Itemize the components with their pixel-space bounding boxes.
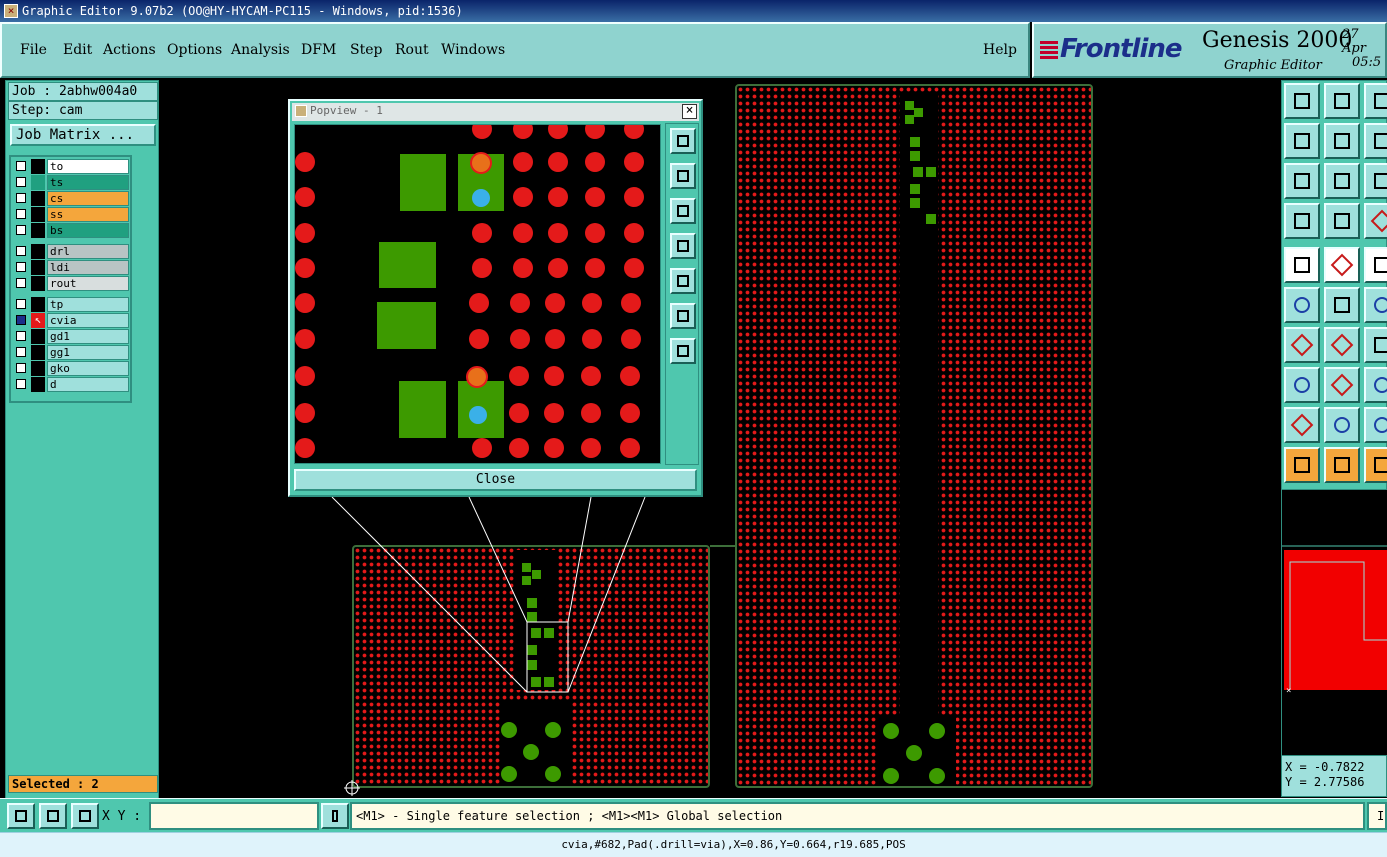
popview-zoomed-features: [295, 119, 644, 458]
popview-title: Popview - 1: [310, 104, 383, 117]
grid-mode-icon[interactable]: [71, 803, 99, 829]
tool-triangle-icon[interactable]: [1284, 407, 1320, 443]
tool-settings-icon[interactable]: [1284, 203, 1320, 239]
tool-diagonal-icon[interactable]: [1364, 287, 1387, 323]
feature-info-text: cvia,#682,Pad(.drill=via),X=0.86,Y=0.664…: [561, 838, 906, 851]
tool-ruler-icon[interactable]: [1364, 247, 1387, 283]
tool-measure-point-icon[interactable]: [1284, 247, 1320, 283]
tool-line-icon[interactable]: [1324, 327, 1360, 363]
bottom-toolbar: X Y : <M1> - Single feature selection ; …: [0, 798, 1387, 832]
tool-angle-icon[interactable]: [1284, 327, 1320, 363]
tool-zoom-in-icon[interactable]: [1284, 163, 1320, 199]
tool-select-box-icon[interactable]: [1324, 447, 1360, 483]
tool-slope-icon[interactable]: [1364, 407, 1387, 443]
popview-window[interactable]: Popview - 1 × Close: [288, 99, 703, 497]
tool-pan-down-icon[interactable]: [1324, 83, 1360, 119]
tool-horizontal-icon[interactable]: [1324, 367, 1360, 403]
popview-canvas[interactable]: [294, 119, 661, 464]
origin-icon: [344, 780, 360, 796]
xy-input[interactable]: [149, 802, 319, 830]
tool-home-icon[interactable]: [1364, 83, 1387, 119]
info-exclamation-icon[interactable]: [321, 803, 349, 829]
tool-arc-icon[interactable]: [1364, 327, 1387, 363]
popview-icon: [295, 105, 307, 117]
message-line: <M1> - Single feature selection ; <M1><M…: [350, 802, 1365, 830]
coord-x: X = -0.7822: [1285, 760, 1365, 774]
coord-y: Y = 2.77586: [1285, 775, 1365, 789]
snap-mode-icon[interactable]: [7, 803, 35, 829]
popview-tool-pan-down-icon[interactable]: [670, 198, 696, 224]
tool-pan-right-icon[interactable]: [1324, 123, 1360, 159]
cursor-coordinates: X = -0.7822 Y = 2.77586: [1281, 755, 1387, 797]
tool-peak-icon[interactable]: [1324, 407, 1360, 443]
popview-tool-zoom-out-icon[interactable]: [670, 338, 696, 364]
popview-tool-pan-right-icon[interactable]: [670, 268, 696, 294]
feature-info-status: cvia,#682,Pad(.drill=via),X=0.86,Y=0.664…: [0, 832, 1387, 857]
tool-zoom-out-icon[interactable]: [1324, 163, 1360, 199]
tool-measure-edge-icon[interactable]: [1324, 247, 1360, 283]
popview-tool-pan-up-icon[interactable]: [670, 163, 696, 189]
angle-mode-icon[interactable]: [39, 803, 67, 829]
tool-pan-up-icon[interactable]: [1284, 83, 1320, 119]
message-indicator: I: [1367, 802, 1387, 830]
tool-zoom-1to1-icon[interactable]: [1364, 163, 1387, 199]
tool-select-circle-icon[interactable]: [1364, 447, 1387, 483]
tool-snap-icon[interactable]: [1364, 203, 1387, 239]
popview-tool-zoom-icon[interactable]: [670, 128, 696, 154]
tool-cross-icon[interactable]: [1324, 287, 1360, 323]
right-toolbar: [1281, 80, 1387, 490]
tool-dimension-icon[interactable]: [1364, 367, 1387, 403]
svg-text:×: ×: [1286, 686, 1291, 696]
minimap-view: ×: [1282, 545, 1387, 696]
tool-connect-icon[interactable]: [1284, 287, 1320, 323]
tool-pad-icon[interactable]: [1284, 367, 1320, 403]
popview-tool-zoom-in-icon[interactable]: [670, 303, 696, 329]
tool-select-pointer-icon[interactable]: [1284, 447, 1320, 483]
xy-label: X Y :: [102, 809, 142, 824]
popview-close-button[interactable]: Close: [294, 469, 697, 491]
popview-tool-pan-left-icon[interactable]: [670, 233, 696, 259]
popview-titlebar[interactable]: Popview - 1 ×: [292, 103, 699, 121]
tool-grid-icon[interactable]: [1324, 203, 1360, 239]
tool-pan-left-icon[interactable]: [1284, 123, 1320, 159]
tool-undo-view-icon[interactable]: [1364, 123, 1387, 159]
popview-close-icon[interactable]: ×: [682, 104, 697, 119]
popview-toolbar: [665, 123, 699, 465]
overview-minimap[interactable]: ×: [1281, 490, 1387, 755]
